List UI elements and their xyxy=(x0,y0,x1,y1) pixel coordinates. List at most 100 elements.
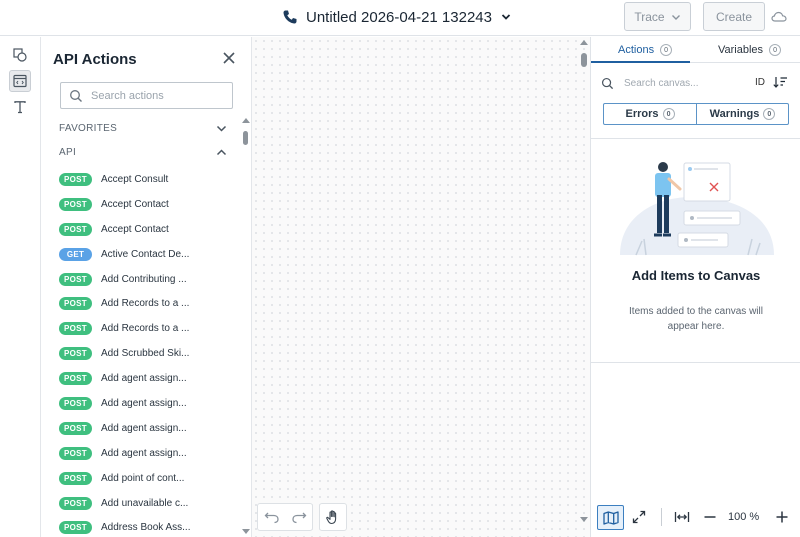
rail-api-actions-button[interactable] xyxy=(9,70,31,92)
http-method-badge: POST xyxy=(59,396,92,410)
empty-state-title: Add Items to Canvas xyxy=(631,268,761,283)
plus-icon xyxy=(776,511,788,523)
action-item-label: Accept Contact xyxy=(101,223,169,235)
action-item[interactable]: POST Add Records to a ... xyxy=(59,316,239,341)
create-button[interactable]: Create xyxy=(703,2,765,31)
favorites-label: FAVORITES xyxy=(59,122,118,134)
redo-icon[interactable] xyxy=(291,510,307,524)
action-item-label: Add Records to a ... xyxy=(101,323,190,335)
fullscreen-button[interactable] xyxy=(631,509,647,525)
tab-variables-label: Variables xyxy=(718,44,764,56)
action-item[interactable]: POST Add agent assign... xyxy=(59,391,239,416)
canvas-search-input[interactable] xyxy=(624,77,744,89)
http-method-badge: POST xyxy=(59,347,92,361)
action-item[interactable]: POST Add Contributing ... xyxy=(59,267,239,292)
divider xyxy=(591,138,800,139)
canvas-scrollbar[interactable] xyxy=(577,37,590,537)
api-section-header[interactable]: API xyxy=(59,145,227,159)
fit-width-button[interactable] xyxy=(674,509,690,525)
action-item[interactable]: POST Add agent assign... xyxy=(59,416,239,441)
action-item[interactable]: POST Add agent assign... xyxy=(59,366,239,391)
warnings-count: 0 xyxy=(763,108,776,120)
http-method-badge: POST xyxy=(59,222,92,236)
actions-search xyxy=(60,82,233,109)
warnings-filter-button[interactable]: Warnings 0 xyxy=(696,103,789,125)
action-item[interactable]: POST Add Records to a ... xyxy=(59,291,239,316)
text-icon xyxy=(14,101,26,114)
http-method-badge: POST xyxy=(59,521,92,535)
scroll-up-arrow-icon[interactable] xyxy=(242,117,250,123)
errors-count: 0 xyxy=(662,108,675,120)
flow-title-dropdown[interactable]: Untitled 2026-04-21 132243 xyxy=(282,6,512,28)
scrollbar-thumb[interactable] xyxy=(581,53,587,67)
create-button-label: Create xyxy=(715,9,753,24)
action-item[interactable]: POST Accept Contact xyxy=(59,192,239,217)
action-item[interactable]: POST Add Scrubbed Ski... xyxy=(59,341,239,366)
action-item-label: Active Contact De... xyxy=(101,248,190,260)
rail-text-button[interactable] xyxy=(9,96,31,118)
action-item[interactable]: POST Add unavailable c... xyxy=(59,491,239,516)
chevron-down-icon xyxy=(216,125,227,132)
header-bar: Untitled 2026-04-21 132243 Trace Create xyxy=(0,0,800,36)
flow-canvas[interactable] xyxy=(252,37,590,537)
chevron-down-icon xyxy=(671,14,680,20)
rail-shapes-button[interactable] xyxy=(9,44,31,66)
action-item[interactable]: POST Accept Consult xyxy=(59,167,239,192)
errors-label: Errors xyxy=(625,108,659,120)
scrollbar-thumb[interactable] xyxy=(243,131,248,145)
scroll-up-arrow-icon[interactable] xyxy=(580,39,588,45)
tab-variables[interactable]: Variables 0 xyxy=(718,37,782,63)
action-item[interactable]: POST Accept Contact xyxy=(59,217,239,242)
cloud-sync-icon[interactable] xyxy=(771,10,787,24)
action-item[interactable]: GET Active Contact De... xyxy=(59,242,239,267)
action-item-label: Address Book Ass... xyxy=(101,522,191,534)
api-label: API xyxy=(59,146,77,158)
zoom-out-button[interactable] xyxy=(702,509,718,525)
hand-icon xyxy=(326,510,337,525)
tab-actions-label: Actions xyxy=(618,44,655,56)
http-method-badge: POST xyxy=(59,197,92,211)
chevron-down-icon xyxy=(501,14,511,20)
pan-hand-button[interactable] xyxy=(319,503,347,531)
http-method-badge: POST xyxy=(59,172,92,186)
action-item-label: Accept Contact xyxy=(101,198,169,210)
action-item[interactable]: POST Add agent assign... xyxy=(59,441,239,466)
minimap-toggle-button[interactable] xyxy=(597,505,624,530)
tab-actions[interactable]: Actions 0 xyxy=(618,37,673,63)
action-item[interactable]: POST Add point of cont... xyxy=(59,466,239,491)
scroll-down-arrow-icon[interactable] xyxy=(580,517,588,523)
actions-scrollbar[interactable] xyxy=(240,117,250,537)
favorites-section-header[interactable]: FAVORITES xyxy=(59,121,227,135)
expand-icon xyxy=(632,510,646,524)
undo-icon[interactable] xyxy=(264,510,280,524)
action-item-label: Add agent assign... xyxy=(101,373,187,385)
active-tab-indicator xyxy=(591,61,690,63)
actions-search-input[interactable] xyxy=(91,89,221,102)
errors-filter-button[interactable]: Errors 0 xyxy=(603,103,697,125)
sort-icon[interactable] xyxy=(773,76,788,88)
http-method-badge: POST xyxy=(59,372,92,386)
trace-button[interactable]: Trace xyxy=(624,2,691,31)
map-icon xyxy=(602,510,619,525)
action-item-label: Add point of cont... xyxy=(101,472,185,484)
http-method-badge: POST xyxy=(59,297,92,311)
right-panel: Actions 0 Variables 0 ID Errors 0 Warnin… xyxy=(590,37,800,537)
right-panel-tabs: Actions 0 Variables 0 xyxy=(591,37,800,63)
zoom-in-button[interactable] xyxy=(774,509,790,525)
action-item-label: Add agent assign... xyxy=(101,447,187,459)
undo-redo-group xyxy=(257,503,313,531)
http-method-badge: GET xyxy=(59,247,92,261)
fit-width-icon xyxy=(674,512,690,522)
http-method-badge: POST xyxy=(59,322,92,336)
toolbar-divider xyxy=(661,508,662,526)
search-icon xyxy=(70,89,82,102)
id-sort-label[interactable]: ID xyxy=(755,77,765,88)
empty-canvas-illustration xyxy=(620,162,774,256)
empty-state-description: Items added to the canvas will appear he… xyxy=(629,306,763,332)
http-method-badge: POST xyxy=(59,471,92,485)
action-item-label: Add Contributing ... xyxy=(101,273,187,285)
action-item[interactable]: POST Address Book Ass... xyxy=(59,515,239,537)
close-icon[interactable] xyxy=(222,51,236,65)
action-item-label: Add agent assign... xyxy=(101,397,187,409)
scroll-down-arrow-icon[interactable] xyxy=(242,529,250,535)
